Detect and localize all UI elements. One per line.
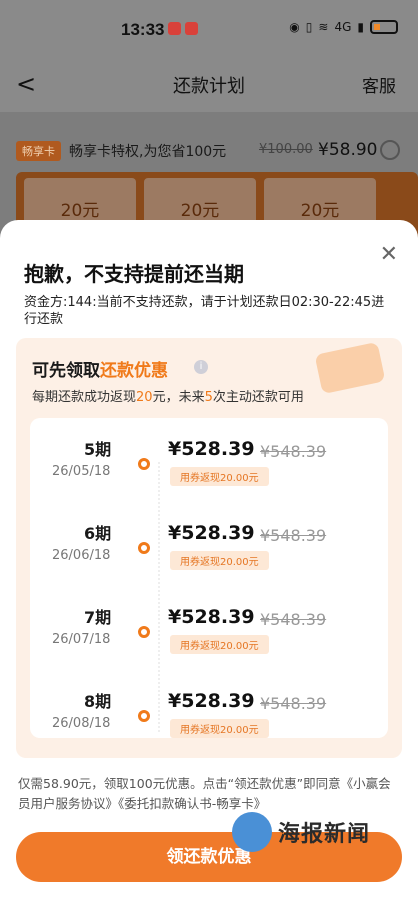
plan-period: 6期 (84, 524, 112, 543)
promo-sub-b: 元，未来 (152, 390, 205, 405)
plan-amount: ¥528.39 (168, 606, 255, 628)
signal-icon: ▮ (357, 20, 364, 34)
promo-sub-count: 5 (204, 390, 213, 405)
sheet-subtitle: 资金方:144:当前不支持还款，请于计划还款日02:30-22:45进行还款 (24, 295, 385, 327)
plan-date: 26/07/18 (52, 632, 111, 647)
wifi-icon: ≋ (318, 20, 329, 34)
watermark-text: 海报新闻 (278, 822, 371, 847)
close-icon[interactable]: ✕ (380, 242, 398, 267)
timeline-dot-icon (138, 458, 150, 470)
vip-old-price: ¥100.00 (259, 142, 313, 157)
plan-old-amount: ¥548.39 (260, 694, 327, 713)
plan-period: 8期 (84, 692, 112, 711)
vip-radio[interactable] (380, 140, 400, 160)
plan-amount: ¥528.39 (168, 690, 255, 712)
plan-date: 26/06/18 (52, 548, 111, 563)
promo-title: 可先领取还款优惠 (32, 356, 168, 381)
card-decoration-icon (314, 341, 386, 395)
timeline-dot-icon (138, 710, 150, 722)
app-header: < 还款计划 客服 (0, 62, 418, 112)
agreement-text[interactable]: 仅需58.90元，领取100元优惠。点击“领还款优惠”即同意《小赢会员用户服务协… (18, 774, 400, 814)
plan-cashback-tag: 用券返现20.00元 (170, 551, 269, 570)
watermark: 海报新闻 (232, 812, 370, 852)
plan-date: 26/08/18 (52, 716, 111, 731)
promo-sub-amount: 20 (136, 390, 153, 405)
customer-service-link[interactable]: 客服 (362, 72, 396, 97)
plan-old-amount: ¥548.39 (260, 442, 327, 461)
timeline-dot-icon (138, 542, 150, 554)
status-bar: 13:33 ◉ ▯ ≋ 4G ▮ (0, 0, 418, 62)
status-time: 13:33 (121, 20, 165, 39)
eye-icon: ◉ (289, 20, 300, 34)
plan-row: 7期 26/07/18 ¥528.39 ¥548.39 用券返现20.00元 (30, 586, 388, 670)
notification-icon (168, 22, 181, 35)
plan-amount: ¥528.39 (168, 438, 255, 460)
plan-amount: ¥528.39 (168, 522, 255, 544)
vip-row[interactable]: 畅享卡 畅享卡特权,为您省100元 ¥100.00 ¥58.90 (16, 140, 406, 162)
plan-list: 5期 26/05/18 ¥528.39 ¥548.39 用券返现20.00元 6… (30, 418, 388, 738)
vip-badge: 畅享卡 (16, 141, 61, 161)
vip-new-price: ¥58.90 (318, 140, 378, 160)
plan-old-amount: ¥548.39 (260, 526, 327, 545)
plan-old-amount: ¥548.39 (260, 610, 327, 629)
promo-subtitle: 每期还款成功返现20元，未来5次主动还款可用 (32, 386, 304, 405)
plan-period: 7期 (84, 608, 112, 627)
watermark-logo-icon (232, 812, 272, 852)
info-icon[interactable]: i (194, 360, 208, 374)
status-right: ◉ ▯ ≋ 4G ▮ (289, 20, 398, 34)
plan-cashback-tag: 用券返现20.00元 (170, 719, 269, 738)
promo-title-prefix: 可先领取 (32, 361, 100, 381)
sheet-title: 抱歉，不支持提前还当期 (24, 262, 244, 286)
status-notification-icons (168, 22, 198, 35)
bottom-sheet: ✕ 抱歉，不支持提前还当期 资金方:144:当前不支持还款，请于计划还款日02:… (0, 220, 418, 907)
page-title: 还款计划 (173, 76, 245, 97)
plan-cashback-tag: 用券返现20.00元 (170, 467, 269, 486)
plan-row: 6期 26/06/18 ¥528.39 ¥548.39 用券返现20.00元 (30, 502, 388, 586)
promo-sub-c: 次主动还款可用 (212, 390, 304, 405)
vip-text: 畅享卡特权,为您省100元 (69, 144, 227, 160)
plan-row: 8期 26/08/18 ¥528.39 ¥548.39 用券返现20.00元 (30, 670, 388, 754)
plan-date: 26/05/18 (52, 464, 111, 479)
plan-row: 5期 26/05/18 ¥528.39 ¥548.39 用券返现20.00元 (30, 418, 388, 502)
battery-icon (370, 20, 398, 34)
plan-period: 5期 (84, 440, 112, 459)
notification-icon (185, 22, 198, 35)
promo-panel: 可先领取还款优惠 i 每期还款成功返现20元，未来5次主动还款可用 5期 26/… (16, 338, 402, 758)
plan-cashback-tag: 用券返现20.00元 (170, 635, 269, 654)
promo-sub-a: 每期还款成功返现 (32, 390, 137, 405)
network-label: 4G (334, 20, 352, 34)
timeline-dot-icon (138, 626, 150, 638)
vibrate-icon: ▯ (305, 20, 313, 34)
promo-title-highlight: 还款优惠 (100, 361, 168, 381)
